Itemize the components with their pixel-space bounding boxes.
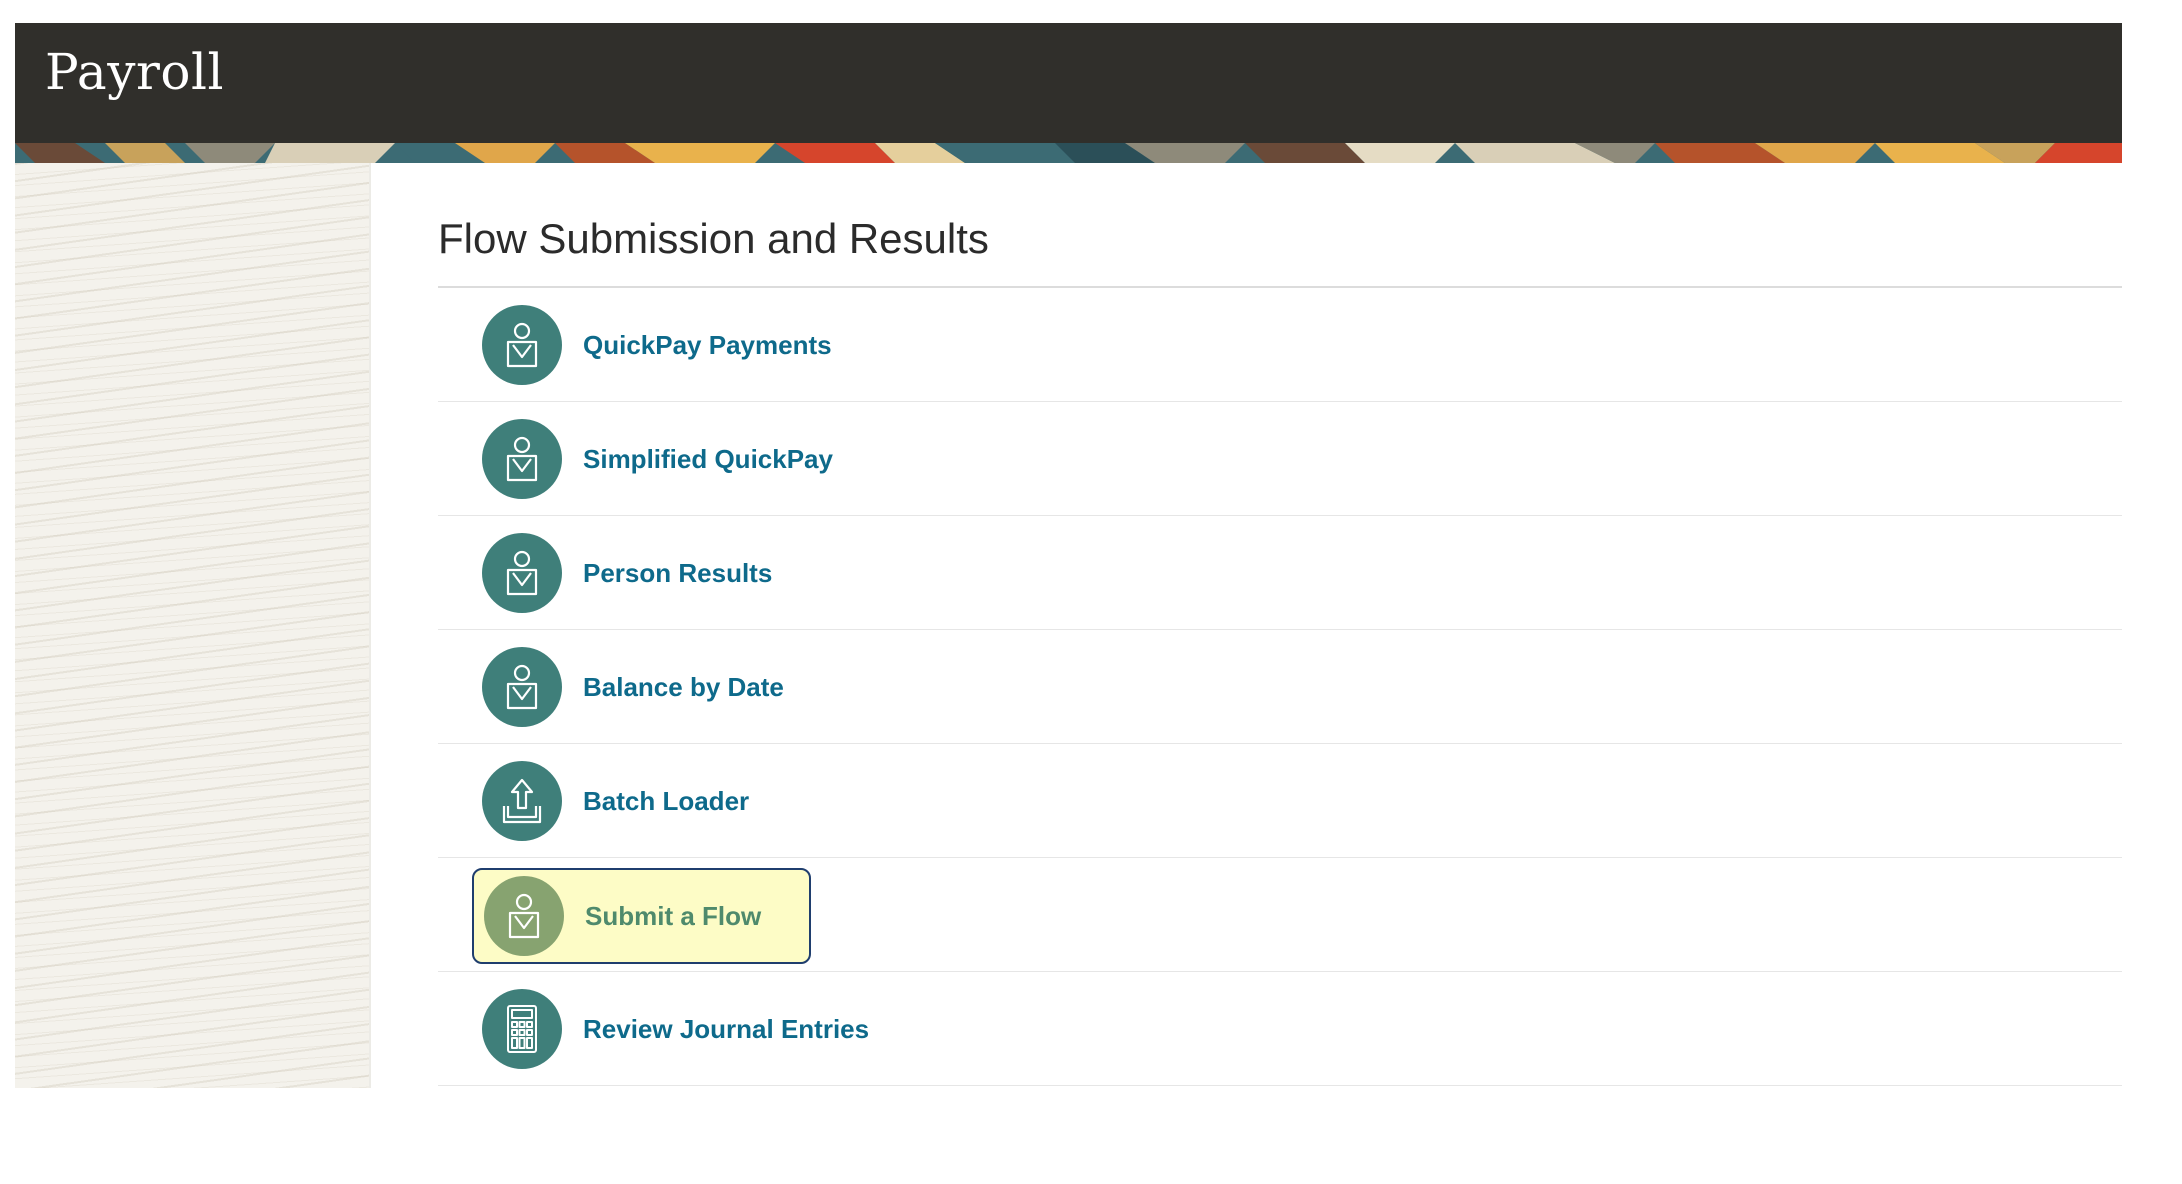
task-label: Batch Loader — [583, 785, 750, 816]
task-row-batch-loader: Batch Loader — [438, 744, 2122, 858]
app-title: Payroll — [45, 43, 224, 101]
task-row-review-journal-entries: Review Journal Entries — [438, 972, 2122, 1086]
task-row-person-results: Person Results — [438, 516, 2122, 630]
person-briefcase-icon — [484, 876, 564, 956]
task-label: Balance by Date — [583, 671, 784, 702]
submit-a-flow-link[interactable]: Submit a Flow — [472, 868, 812, 964]
task-row-quickpay-payments: QuickPay Payments — [438, 288, 2122, 402]
task-row-balance-by-date: Balance by Date — [438, 630, 2122, 744]
left-sidebar-panel — [15, 163, 371, 1088]
person-results-link[interactable]: Person Results — [482, 530, 792, 616]
task-label: Simplified QuickPay — [583, 443, 833, 474]
balance-by-date-link[interactable]: Balance by Date — [482, 644, 804, 730]
task-list: QuickPay Payments Simplified QuickPay Pe… — [438, 288, 2122, 1086]
upload-tray-icon — [482, 761, 562, 841]
person-briefcase-icon — [482, 533, 562, 613]
person-briefcase-icon — [482, 305, 562, 385]
page: Payroll Flow Submission and Results Quic… — [0, 0, 2182, 1184]
task-label: Person Results — [583, 557, 773, 588]
person-briefcase-icon — [482, 647, 562, 727]
task-row-submit-a-flow: Submit a Flow — [438, 858, 2122, 972]
simplified-quickpay-link[interactable]: Simplified QuickPay — [482, 416, 853, 502]
task-label: Submit a Flow — [585, 900, 762, 931]
calculator-icon — [482, 989, 562, 1069]
task-row-simplified-quickpay: Simplified QuickPay — [438, 402, 2122, 516]
decorative-banner — [15, 143, 2122, 163]
banner-pattern — [15, 143, 2122, 163]
app-header: Payroll — [15, 23, 2122, 143]
person-briefcase-icon — [482, 419, 562, 499]
quickpay-payments-link[interactable]: QuickPay Payments — [482, 302, 852, 388]
batch-loader-link[interactable]: Batch Loader — [482, 758, 769, 844]
review-journal-entries-link[interactable]: Review Journal Entries — [482, 986, 889, 1072]
task-label: Review Journal Entries — [583, 1013, 870, 1044]
task-label: QuickPay Payments — [583, 329, 832, 360]
section-title: Flow Submission and Results — [438, 215, 989, 262]
